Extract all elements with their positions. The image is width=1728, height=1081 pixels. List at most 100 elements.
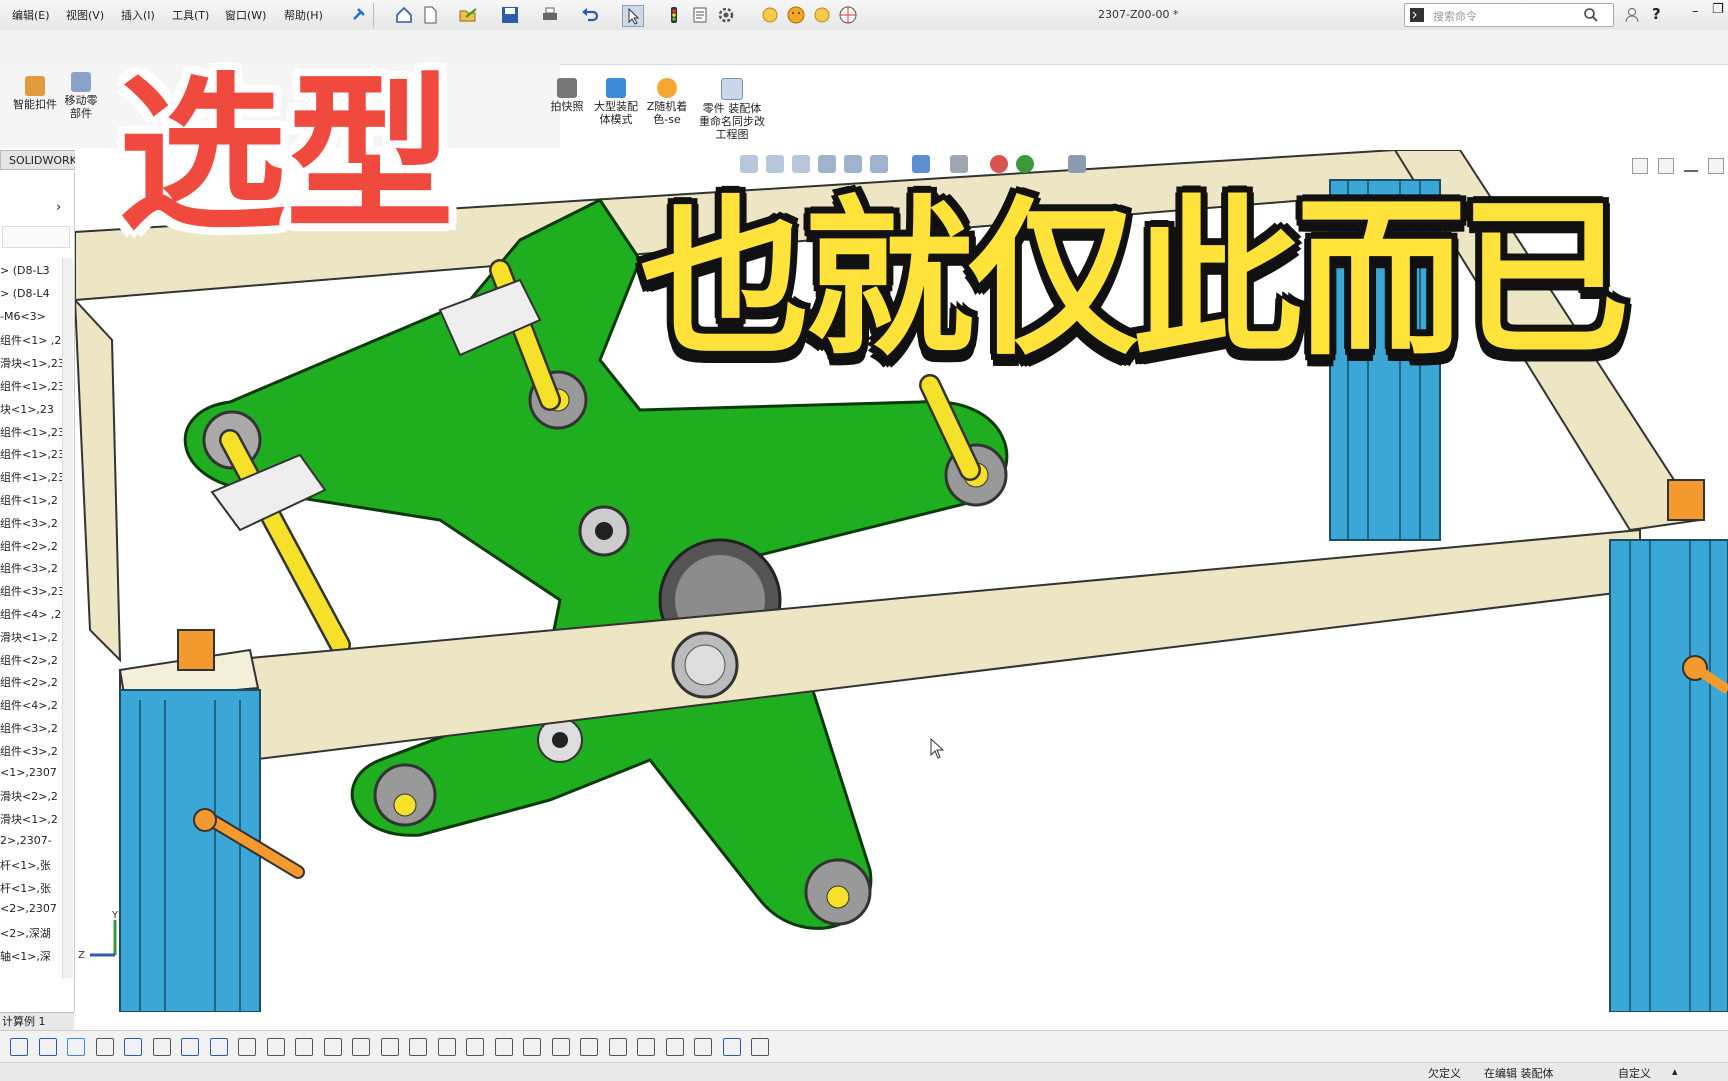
search-icon[interactable]: [1583, 7, 1599, 23]
menu-view[interactable]: 视图(V): [66, 7, 104, 23]
large-assembly-icon: [606, 78, 626, 98]
smart-fastener-button[interactable]: 智能扣件: [12, 76, 58, 111]
bottom-tool-icon[interactable]: [95, 1038, 114, 1056]
search-commands-input[interactable]: 搜索命令: [1404, 3, 1614, 27]
viewport-next-icon[interactable]: [1658, 158, 1674, 174]
scene-icon[interactable]: [1016, 155, 1034, 173]
status-units-arrow-icon[interactable]: ▴: [1672, 1065, 1678, 1078]
rename-sync-label: 零件 装配体重命名同步改工程图: [699, 102, 765, 141]
bottom-tool-icon[interactable]: [38, 1038, 57, 1056]
move-component-label: 移动零部件: [64, 94, 98, 120]
large-assembly-button[interactable]: 大型装配体模式: [594, 78, 638, 126]
menu-help[interactable]: 帮助(H): [284, 7, 323, 23]
tree-filter-input[interactable]: [0, 226, 72, 248]
options-gear-icon[interactable]: [716, 5, 736, 25]
orange-clamp-right: [1667, 479, 1705, 521]
bottom-tool-icon[interactable]: [608, 1038, 627, 1056]
menu-insert[interactable]: 插入(I): [121, 7, 155, 23]
viewport-prev-icon[interactable]: [1632, 158, 1648, 174]
bottom-tool-icon[interactable]: [437, 1038, 456, 1056]
bottom-tool-icon[interactable]: [152, 1038, 171, 1056]
bottom-tool-icon[interactable]: [466, 1038, 484, 1056]
dynamic-annotation-icon[interactable]: [844, 155, 862, 173]
display-style-icon[interactable]: [912, 155, 930, 173]
undo-icon[interactable]: [580, 5, 600, 25]
axis-z-label: Z: [78, 950, 85, 961]
tree-scrollbar[interactable]: [60, 258, 73, 978]
bottom-tool-icon[interactable]: [238, 1038, 256, 1056]
rename-sync-icon: [721, 78, 743, 100]
heads-up-view-toolbar: [740, 155, 1100, 179]
macro-face-2-icon[interactable]: [812, 5, 832, 25]
view-settings-icon[interactable]: [1068, 155, 1086, 173]
file-properties-icon[interactable]: [690, 5, 710, 25]
open-folder-icon[interactable]: [458, 5, 478, 25]
large-assembly-label: 大型装配体模式: [594, 100, 638, 126]
viewport-minimize-icon[interactable]: [1684, 170, 1698, 172]
orange-clamp-left: [177, 629, 215, 671]
tab-motion-study[interactable]: 计算例 1: [0, 1012, 74, 1030]
edit-appearance-icon[interactable]: [990, 155, 1008, 173]
bottom-tool-icon[interactable]: [10, 1038, 28, 1056]
bottom-tool-icon[interactable]: [494, 1038, 513, 1056]
beam-bearing-inner: [684, 644, 726, 686]
bottom-tool-icon[interactable]: [181, 1038, 199, 1056]
zoom-fit-icon[interactable]: [740, 155, 758, 173]
restore-icon[interactable]: ❐: [1712, 2, 1724, 17]
zoom-area-icon[interactable]: [766, 155, 784, 173]
user-icon[interactable]: [1622, 5, 1642, 25]
home-icon[interactable]: [394, 5, 414, 25]
random-color-button[interactable]: Z随机着色-se: [644, 78, 690, 126]
smiley-icon[interactable]: [786, 5, 806, 25]
smart-fastener-icon: [25, 76, 45, 96]
bottom-tool-icon[interactable]: [124, 1038, 142, 1056]
bottom-tool-icon[interactable]: [580, 1038, 598, 1056]
expand-chevron-icon[interactable]: ›: [56, 200, 61, 215]
status-custom-units[interactable]: 自定义: [1618, 1065, 1651, 1081]
view-orientation-icon[interactable]: [870, 155, 888, 173]
bottom-tool-icon[interactable]: [751, 1038, 769, 1056]
status-underdefined: 欠定义: [1428, 1067, 1461, 1080]
random-color-icon: [657, 78, 677, 98]
camera-icon: [557, 78, 577, 98]
bottom-tool-icon[interactable]: [637, 1038, 655, 1056]
bottom-tool-icon[interactable]: [209, 1038, 228, 1056]
move-component-button[interactable]: 移动零部件: [60, 72, 102, 120]
menu-edit[interactable]: 编辑(E): [12, 7, 50, 23]
bottom-tool-icon[interactable]: [266, 1038, 285, 1056]
print-icon[interactable]: [540, 5, 560, 25]
bottom-tool-icon[interactable]: [722, 1038, 741, 1056]
bottom-tool-icon[interactable]: [380, 1038, 399, 1056]
overlay-title-red: 选型: [118, 57, 454, 253]
bottom-tool-icon[interactable]: [352, 1038, 370, 1056]
minimize-icon[interactable]: –: [1692, 4, 1699, 19]
axis-y-label: Y: [111, 910, 119, 921]
menu-window[interactable]: 窗口(W): [225, 7, 266, 23]
traffic-light-icon[interactable]: [664, 5, 684, 25]
macro-face-icon[interactable]: [760, 5, 780, 25]
bottom-tool-icon[interactable]: [551, 1038, 570, 1056]
new-document-icon[interactable]: [420, 5, 440, 25]
previous-view-icon[interactable]: [792, 155, 810, 173]
search-placeholder: 搜索命令: [1433, 10, 1477, 23]
section-view-icon[interactable]: [818, 155, 836, 173]
color-wheel-icon[interactable]: [838, 5, 858, 25]
bottom-tool-icon[interactable]: [67, 1038, 85, 1056]
help-icon[interactable]: ?: [1652, 5, 1661, 23]
bottom-tool-icon[interactable]: [323, 1038, 342, 1056]
save-icon[interactable]: [500, 5, 520, 25]
hide-show-icon[interactable]: [950, 155, 968, 173]
bottom-tool-icon[interactable]: [665, 1038, 684, 1056]
document-title: 2307-Z00-00 *: [1098, 8, 1179, 21]
bottom-tool-icon[interactable]: [694, 1038, 712, 1056]
snapshot-button[interactable]: 拍快照: [545, 78, 589, 113]
viewport-restore-icon[interactable]: [1708, 158, 1724, 174]
bottom-tool-icon[interactable]: [523, 1038, 541, 1056]
left-side-beam: [75, 298, 122, 663]
menu-tools[interactable]: 工具(T): [172, 7, 209, 23]
rename-sync-button[interactable]: 零件 装配体重命名同步改工程图: [698, 78, 766, 141]
select-pointer-icon[interactable]: [622, 5, 644, 27]
bottom-tool-icon[interactable]: [409, 1038, 427, 1056]
pin-icon[interactable]: [348, 5, 368, 25]
bottom-tool-icon[interactable]: [295, 1038, 313, 1056]
